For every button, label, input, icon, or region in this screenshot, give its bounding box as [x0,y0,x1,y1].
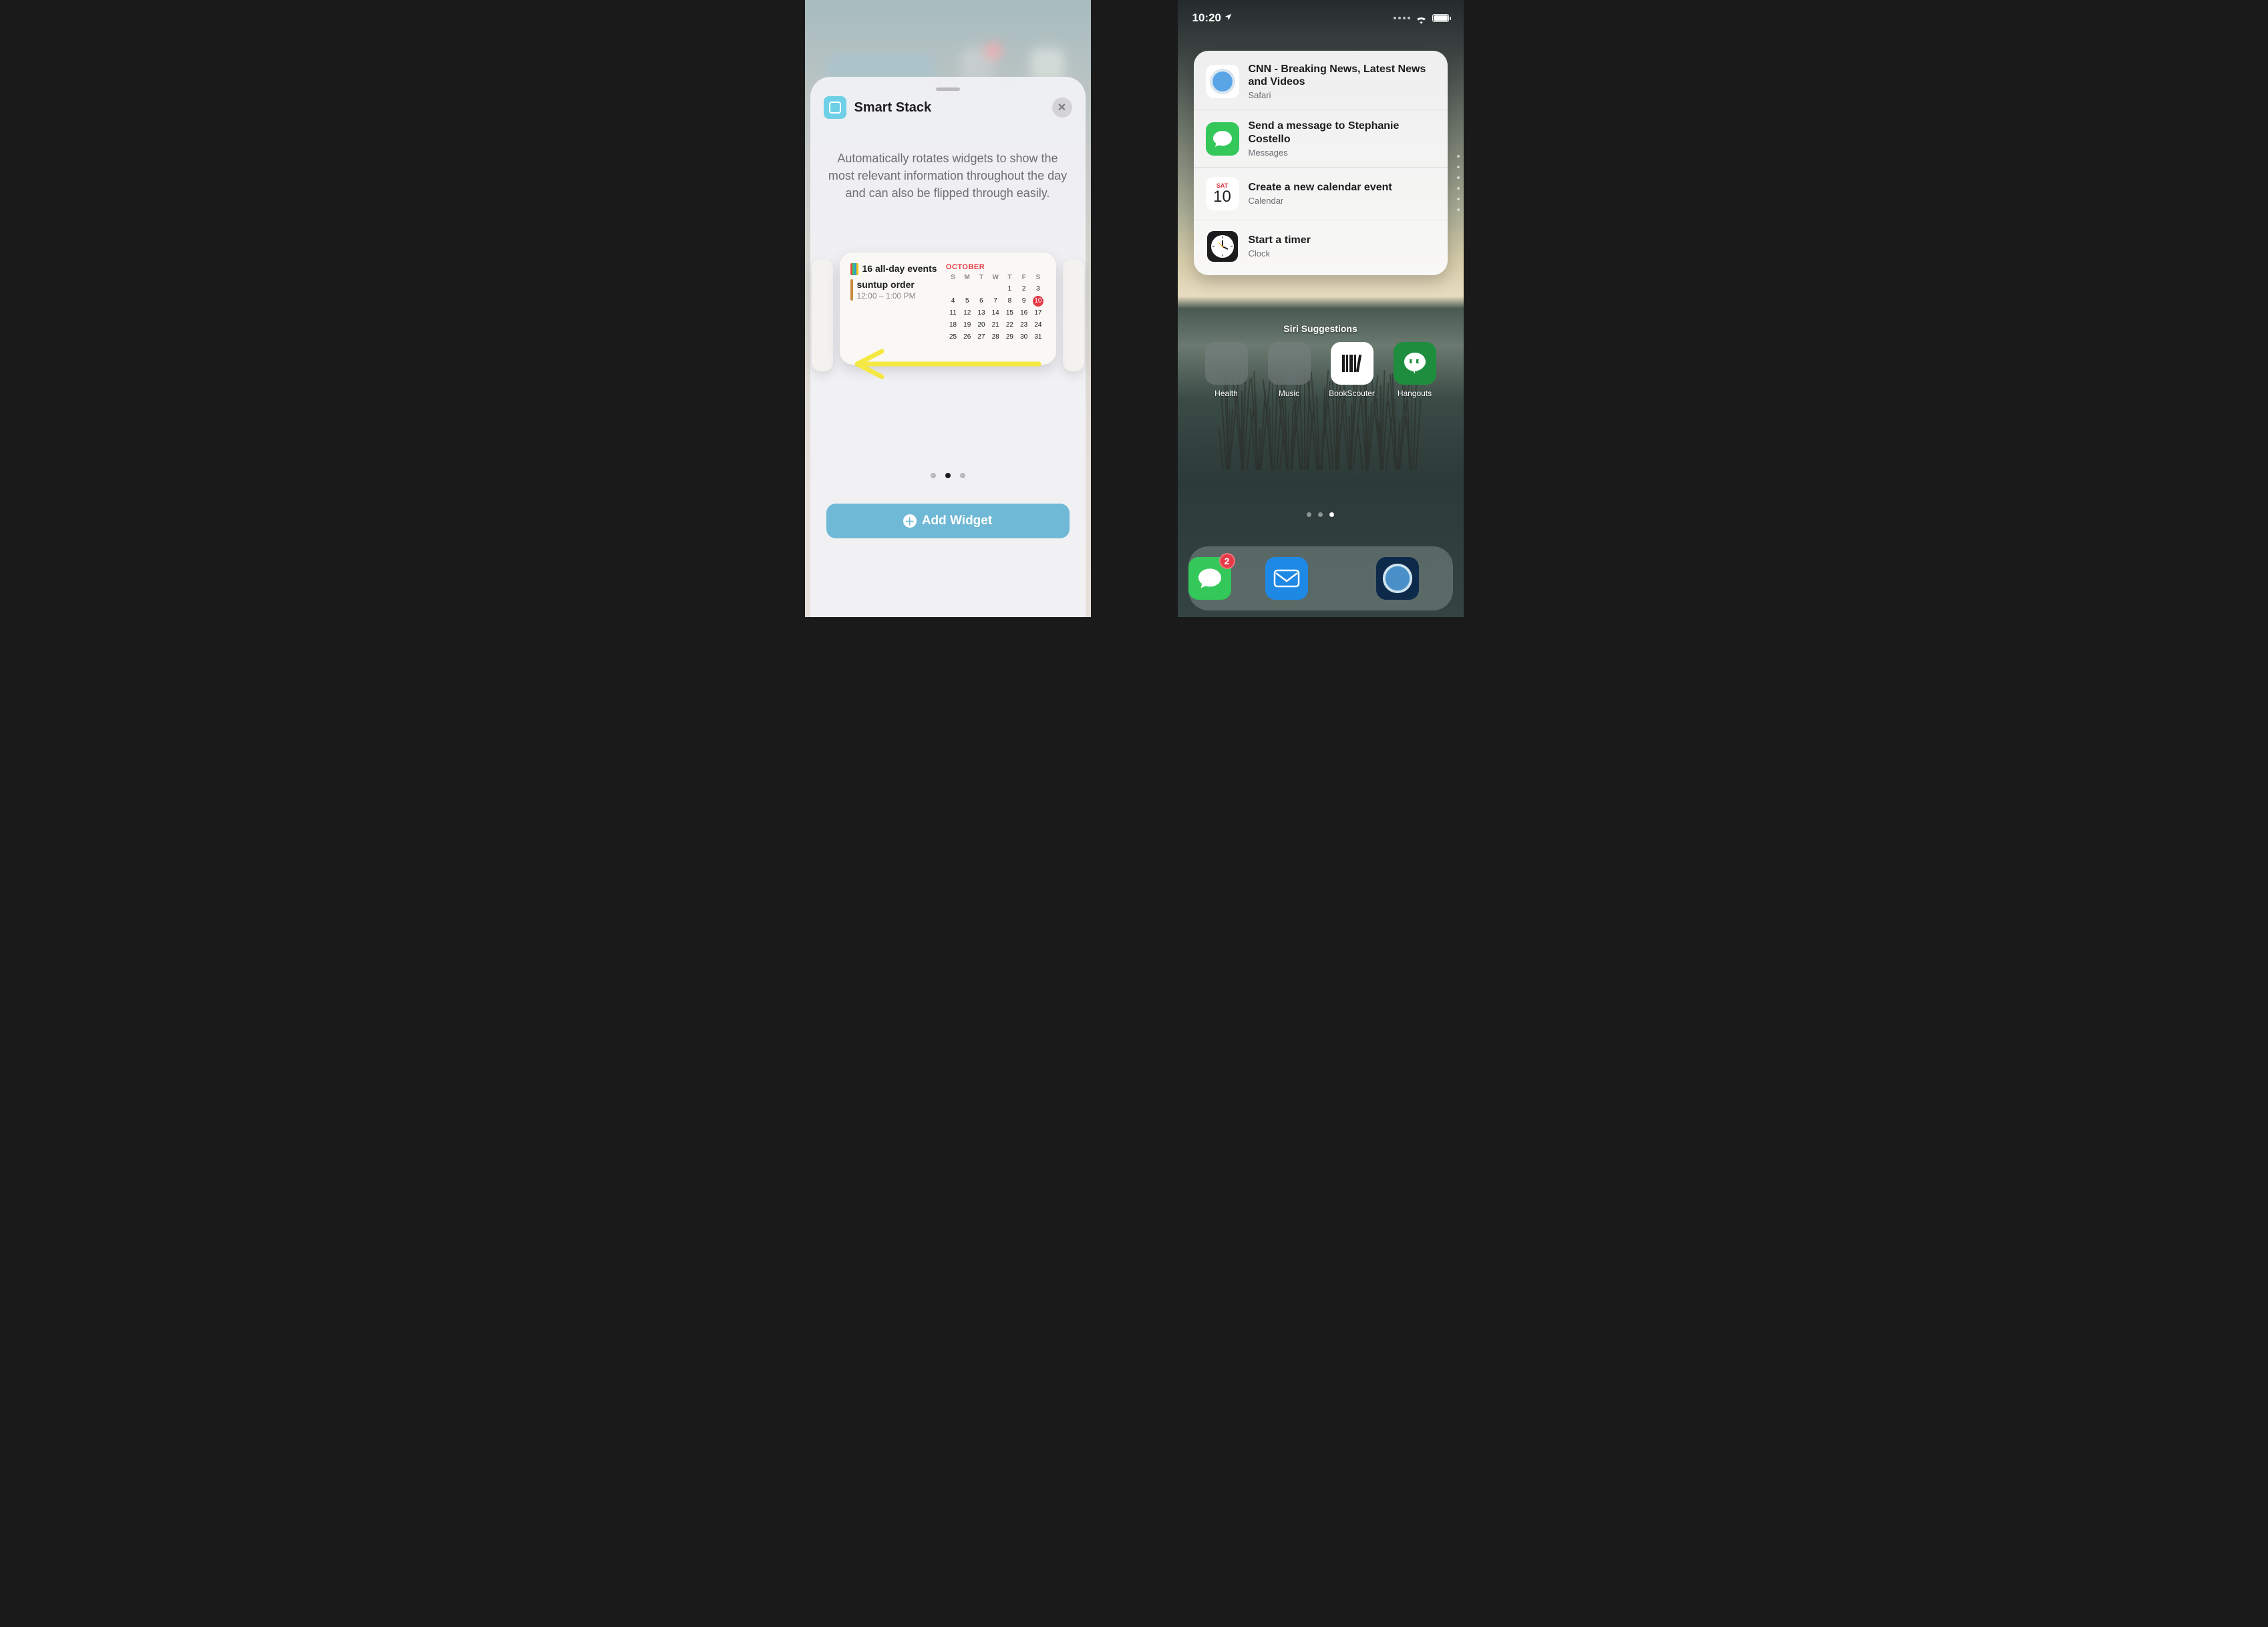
suggestion-subtitle: Calendar [1249,196,1392,206]
pager-dot [931,473,936,478]
calendar-month-label: OCTOBER [946,263,1045,271]
app-label: Music [1266,389,1313,398]
sheet-grabber[interactable] [936,87,960,91]
suggestion-subtitle: Safari [1249,90,1436,100]
siri-suggestions-label: Siri Suggestions [1178,323,1464,334]
phone-left-widget-picker: 1 Smart Stack ✕ Automatically rotates wi… [805,0,1091,617]
calendar-dow-row: SMTWTFS [946,274,1045,281]
pager-dot [960,473,965,478]
calendar-icon: SAT 10 [1206,177,1239,210]
calendar-month-grid: OCTOBER SMTWTFS 123456789101112131415161… [946,263,1045,358]
pager-dot-active [945,473,951,478]
dock: 2 [1188,546,1453,610]
siri-suggestions-widget[interactable]: CNN - Breaking News, Latest News and Vid… [1194,51,1448,275]
app-label: BookScouter [1329,389,1375,398]
event-time: 12:00 – 1:00 PM [857,291,916,301]
safari-icon [1206,65,1239,98]
plus-circle-icon: ＋ [903,514,917,528]
suggestion-subtitle: Clock [1249,248,1311,258]
mail-app[interactable] [1265,557,1308,600]
calendar-widget-preview[interactable]: 16 all-day events suntup order 12:00 – 1… [840,252,1056,365]
suggestion-title: Send a message to Stephanie Costello [1249,120,1436,145]
home-app-row: Health Music BookScouter Hangouts [1178,342,1464,398]
suggestion-row[interactable]: Start a timer Clock [1194,220,1448,273]
battery-icon [1432,14,1449,22]
widget-stack-page-dots [1457,155,1460,211]
widget-preview-prev[interactable] [812,259,833,371]
event-color-bar [850,279,853,301]
suggestion-title: Create a new calendar event [1249,181,1392,194]
event-title: suntup order [857,279,916,290]
phone-right-home-screen: 10:20 CNN - Breaking News, Latest News a… [1178,0,1464,617]
add-widget-label: Add Widget [922,514,992,528]
widget-size-pager [824,473,1072,478]
suggestion-subtitle: Messages [1249,148,1436,158]
status-time: 10:20 [1192,11,1221,25]
messages-icon [1206,122,1239,156]
all-day-events-label: 16 all-day events [862,263,937,274]
safari-app[interactable] [1376,557,1419,600]
sheet-description: Automatically rotates widgets to show th… [824,150,1072,202]
close-button[interactable]: ✕ [1052,98,1072,118]
hangouts-app[interactable] [1394,342,1436,385]
home-page-dots[interactable] [1178,512,1464,517]
widget-picker-sheet: Smart Stack ✕ Automatically rotates widg… [810,77,1086,617]
status-bar: 10:20 [1178,9,1464,27]
cellular-dots-icon [1394,17,1410,19]
clock-icon [1206,230,1239,263]
calendar-events-column: 16 all-day events suntup order 12:00 – 1… [850,263,938,358]
health-folder[interactable] [1205,342,1248,385]
sheet-title: Smart Stack [854,100,1044,116]
widget-size-scroller[interactable]: 16 all-day events suntup order 12:00 – 1… [824,252,1072,386]
wifi-icon [1416,14,1427,22]
add-widget-button[interactable]: ＋ Add Widget [826,504,1070,538]
smart-stack-icon [824,96,846,119]
sheet-header: Smart Stack ✕ [824,96,1072,119]
suggestion-row[interactable]: SAT 10 Create a new calendar event Calen… [1194,168,1448,220]
suggestion-row[interactable]: Send a message to Stephanie Costello Mes… [1194,110,1448,167]
messages-badge: 2 [1219,553,1235,569]
suggestion-title: CNN - Breaking News, Latest News and Vid… [1249,63,1436,88]
suggestion-row[interactable]: CNN - Breaking News, Latest News and Vid… [1194,53,1448,110]
multi-cal-bar-icon [850,263,858,275]
app-label: Hangouts [1392,389,1438,398]
widget-preview-next[interactable] [1063,259,1084,371]
music-folder[interactable] [1268,342,1311,385]
app-label: Health [1203,389,1250,398]
location-icon [1224,11,1233,25]
bookscouter-app[interactable] [1331,342,1373,385]
suggestion-title: Start a timer [1249,234,1311,246]
